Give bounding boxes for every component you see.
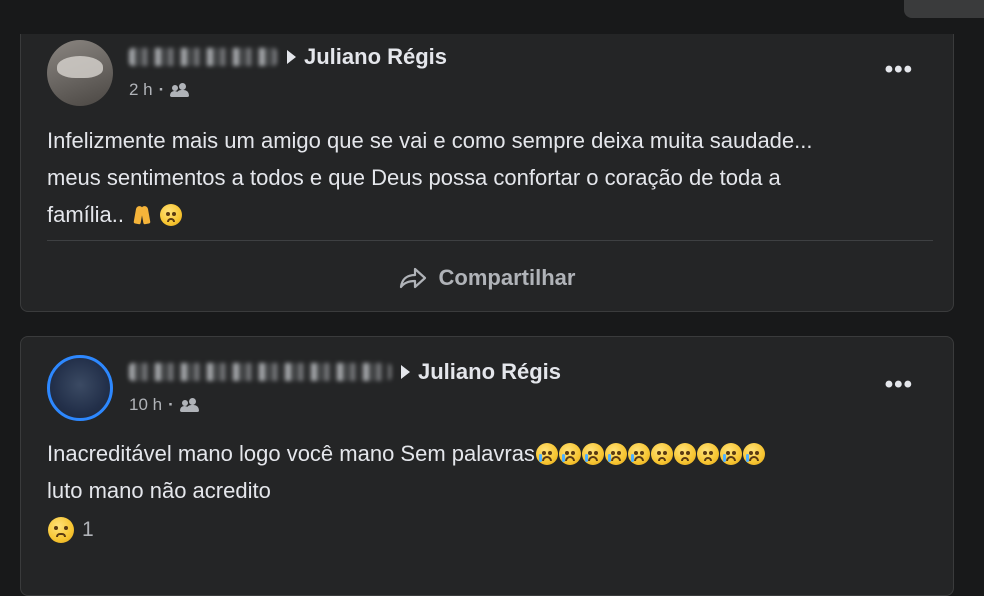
praying-hands-icon	[131, 204, 153, 226]
share-button[interactable]: Compartilhar	[21, 256, 953, 300]
crying-face-icon	[627, 443, 650, 465]
sad-reaction-icon	[48, 517, 74, 543]
comment-card: Juliano Régis 2 h · ••• Infelizmente mai…	[20, 34, 954, 312]
post-header: Juliano Régis	[129, 44, 447, 70]
separator-dot: ·	[168, 395, 174, 414]
crying-face-icon	[558, 443, 581, 465]
reactions-summary[interactable]: 1	[47, 517, 94, 543]
post-text-line: meus sentimentos a todos e que Deus poss…	[47, 165, 781, 190]
reaction-count: 1	[82, 518, 94, 541]
comment-card: Juliano Régis 10 h · ••• Inacreditável m…	[20, 336, 954, 596]
more-options-icon[interactable]: •••	[885, 371, 913, 399]
post-text-line: Infelizmente mais um amigo que se vai e …	[47, 128, 813, 153]
arrow-right-icon	[401, 365, 410, 379]
sad-face-icon	[673, 443, 696, 465]
post-text-line: luto mano não acredito	[47, 478, 271, 503]
top-bar	[0, 0, 984, 36]
post-meta: 2 h ·	[129, 80, 190, 100]
post-text-line-last: família..	[47, 196, 927, 233]
more-options-icon[interactable]: •••	[885, 56, 913, 84]
crying-face-icon	[581, 443, 604, 465]
crying-face-icon	[535, 443, 558, 465]
target-name-link[interactable]: Juliano Régis	[304, 44, 447, 70]
post-text-line: Inacreditável mano logo você mano Sem pa…	[47, 435, 927, 472]
crying-face-icon	[719, 443, 742, 465]
post-text-fragment: família..	[47, 202, 125, 227]
avatar[interactable]	[47, 355, 113, 421]
sad-face-icon	[160, 204, 183, 226]
avatar[interactable]	[47, 40, 113, 106]
timestamp-link[interactable]: 2 h	[129, 80, 153, 100]
post-text: Infelizmente mais um amigo que se vai e …	[47, 122, 927, 233]
share-icon	[399, 266, 427, 290]
crying-face-icon	[742, 443, 765, 465]
blurred-author-name	[129, 48, 277, 66]
post-header: Juliano Régis	[129, 359, 561, 385]
corner-button[interactable]	[904, 0, 984, 18]
post-text: Inacreditável mano logo você mano Sem pa…	[47, 435, 927, 509]
friends-icon[interactable]	[179, 398, 200, 412]
blurred-author-name	[129, 363, 391, 381]
post-text-fragment: Inacreditável mano logo você mano Sem pa…	[47, 441, 535, 466]
friends-icon[interactable]	[170, 83, 190, 97]
sad-face-icon	[696, 443, 719, 465]
target-name-link[interactable]: Juliano Régis	[418, 359, 561, 385]
crying-face-icon	[604, 443, 627, 465]
arrow-right-icon	[287, 50, 296, 64]
divider	[47, 240, 933, 241]
separator-dot: ·	[158, 80, 165, 99]
sad-face-icon	[650, 443, 673, 465]
timestamp-link[interactable]: 10 h	[129, 395, 162, 415]
share-label: Compartilhar	[438, 265, 576, 290]
post-meta: 10 h ·	[129, 395, 200, 415]
